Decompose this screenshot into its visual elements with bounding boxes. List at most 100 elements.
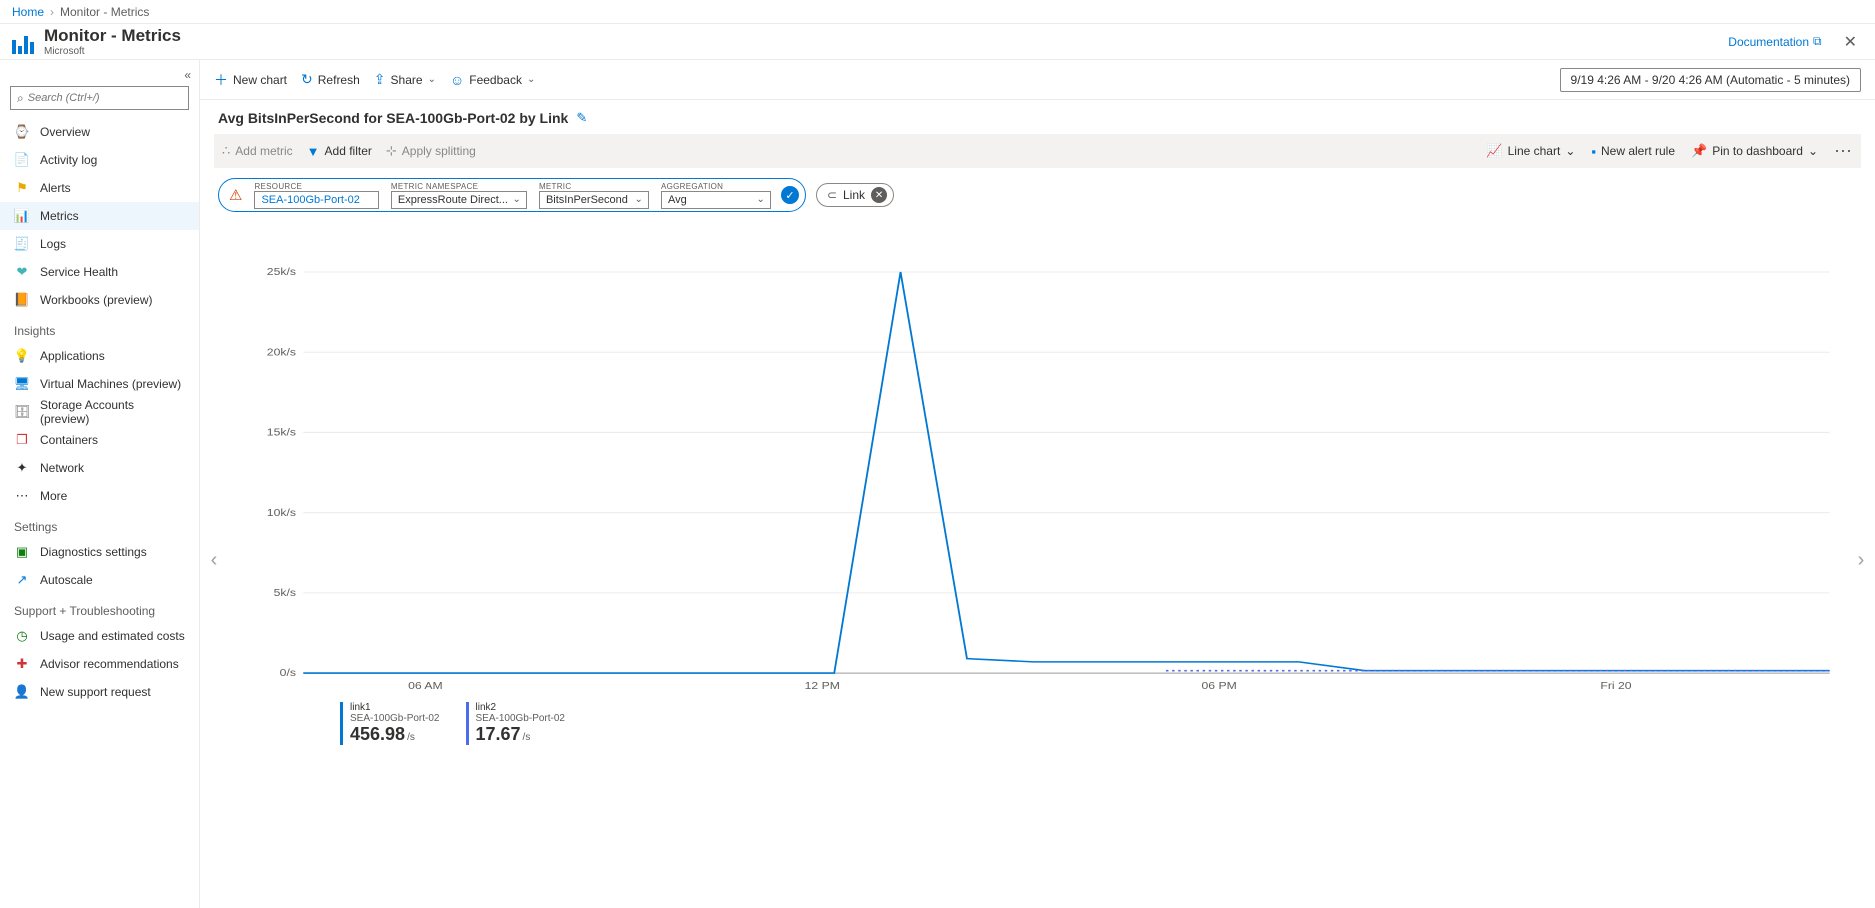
chart-toolbar: ∴ Add metric ▼ Add filter ⊹ Apply splitt… (214, 134, 1861, 168)
service-health-icon: ❤ (14, 264, 30, 280)
sidebar-item-label: Activity log (40, 153, 97, 167)
sidebar-item-usage-and-estimated-costs[interactable]: ◷ Usage and estimated costs (0, 622, 199, 650)
new-chart-button[interactable]: ＋ New chart (214, 60, 287, 99)
sidebar-item-label: Applications (40, 349, 105, 363)
chart-scroll-left[interactable]: ‹ (200, 212, 228, 908)
autoscale-icon: ↗ (14, 572, 30, 588)
sidebar-item-network[interactable]: ✦ Network (0, 454, 199, 482)
sidebar-heading-support: Support + Troubleshooting (0, 594, 199, 622)
new-alert-button[interactable]: ▪ New alert rule (1591, 144, 1675, 159)
sidebar-item-more[interactable]: ⋯More (0, 482, 199, 510)
warning-icon: ⚠ (229, 186, 242, 204)
advisor-recommendations-icon: ✚ (14, 656, 30, 672)
sidebar-item-label: Logs (40, 237, 66, 251)
pin-icon: 📌 (1691, 143, 1707, 159)
sidebar-item-service-health[interactable]: ❤ Service Health (0, 258, 199, 286)
sidebar-item-logs[interactable]: 🧾Logs (0, 230, 199, 258)
legend-card-link1[interactable]: link1 SEA-100Gb-Port-02 456.98/s (340, 702, 440, 745)
chevron-down-icon: ⌄ (527, 74, 535, 85)
chevron-down-icon: ⌄ (428, 74, 436, 85)
sidebar-item-applications[interactable]: 💡Applications (0, 342, 199, 370)
legend-resource-name: SEA-100Gb-Port-02 (350, 713, 440, 724)
alerts-icon: ⚑ (14, 180, 30, 196)
sidebar-search[interactable]: ⌕ (10, 86, 189, 110)
metric-selector[interactable]: BitsInPerSecond⌄ (539, 191, 649, 209)
apply-splitting-button[interactable]: ⊹ Apply splitting (386, 143, 476, 159)
share-icon: ⇪ (374, 71, 386, 88)
sidebar-item-label: Diagnostics settings (40, 545, 147, 559)
sidebar-item-label: Advisor recommendations (40, 657, 179, 671)
sidebar-item-autoscale[interactable]: ↗Autoscale (0, 566, 199, 594)
page-header: Monitor - Metrics Microsoft Documentatio… (0, 24, 1875, 60)
more-button[interactable]: ⋯ (1834, 141, 1853, 162)
chevron-right-icon: › (50, 5, 54, 19)
breadcrumb-icon: ⊂ (827, 188, 837, 202)
external-link-icon: ⧉ (1813, 34, 1822, 49)
splitting-icon: ⊹ (386, 143, 397, 159)
sidebar-item-virtual-machines-preview-[interactable]: 🖥Virtual Machines (preview) (0, 370, 199, 398)
metrics-line-chart[interactable]: 0/s5k/s10k/s15k/s20k/s25k/s06 AM12 PM06 … (274, 272, 1837, 692)
command-bar: ＋ New chart ↻ Refresh ⇪ Share ⌄ ☺ Feedba… (200, 60, 1875, 100)
feedback-button[interactable]: ☺ Feedback ⌄ (450, 60, 535, 99)
sidebar-item-overview[interactable]: ⌚Overview (0, 118, 199, 146)
breadcrumb-home[interactable]: Home (12, 5, 44, 19)
sidebar-item-workbooks-preview-[interactable]: 📙Workbooks (preview) (0, 286, 199, 314)
add-metric-button[interactable]: ∴ Add metric (222, 143, 293, 159)
split-chip-link[interactable]: ⊂ Link ✕ (816, 183, 894, 207)
svg-text:20k/s: 20k/s (267, 347, 296, 358)
sidebar-item-advisor-recommendations[interactable]: ✚ Advisor recommendations (0, 650, 199, 678)
chart-area: 0/s5k/s10k/s15k/s20k/s25k/s06 AM12 PM06 … (228, 212, 1847, 908)
sidebar-item-new-support-request[interactable]: 👤New support request (0, 678, 199, 706)
sidebar-item-label: Network (40, 461, 84, 475)
usage-and-estimated-costs-icon: ◷ (14, 628, 30, 644)
edit-title-icon[interactable]: ✎ (576, 110, 587, 126)
legend-card-link2[interactable]: link2 SEA-100Gb-Port-02 17.67/s (466, 702, 566, 745)
sidebar-item-diagnostics-settings[interactable]: ▣Diagnostics settings (0, 538, 199, 566)
metric-label: METRIC (539, 182, 649, 191)
virtual-machines-preview--icon: 🖥 (14, 376, 30, 392)
chart-scroll-right[interactable]: › (1847, 212, 1875, 908)
sidebar-item-storage-accounts-preview-[interactable]: 🗄Storage Accounts (preview) (0, 398, 199, 426)
sidebar-item-label: Containers (40, 433, 98, 447)
main-content: ＋ New chart ↻ Refresh ⇪ Share ⌄ ☺ Feedba… (200, 60, 1875, 908)
smile-icon: ☺ (450, 72, 464, 88)
sidebar-item-label: Metrics (40, 209, 79, 223)
sidebar-item-label: Service Health (40, 265, 118, 279)
sidebar-item-label: Storage Accounts (preview) (40, 398, 185, 426)
namespace-selector[interactable]: ExpressRoute Direct...⌄ (391, 191, 527, 209)
sidebar-item-activity-log[interactable]: 📄 Activity log (0, 146, 199, 174)
aggregation-selector[interactable]: Avg⌄ (661, 191, 771, 209)
resource-selector[interactable]: SEA-100Gb-Port-02 (254, 191, 378, 209)
sidebar-item-containers[interactable]: ❐Containers (0, 426, 199, 454)
svg-text:5k/s: 5k/s (274, 588, 297, 599)
metric-picker: ⚠ RESOURCE SEA-100Gb-Port-02 METRIC NAME… (218, 178, 806, 212)
share-button[interactable]: ⇪ Share ⌄ (374, 60, 436, 99)
close-icon[interactable]: ✕ (1838, 32, 1863, 52)
search-input[interactable] (28, 92, 182, 104)
time-range-picker[interactable]: 9/19 4:26 AM - 9/20 4:26 AM (Automatic -… (1560, 68, 1861, 92)
collapse-sidebar-button[interactable]: « (0, 68, 199, 86)
remove-chip-icon[interactable]: ✕ (871, 187, 887, 203)
activity-log-icon: 📄 (14, 152, 30, 168)
sidebar-item-metrics[interactable]: 📊 Metrics (0, 202, 199, 230)
search-icon: ⌕ (17, 91, 24, 106)
svg-text:06 AM: 06 AM (408, 681, 443, 692)
page-title: Monitor - Metrics (44, 26, 181, 46)
svg-text:10k/s: 10k/s (267, 508, 296, 519)
sidebar-item-alerts[interactable]: ⚑Alerts (0, 174, 199, 202)
filter-icon: ▼ (307, 144, 320, 159)
metrics-icon: 📊 (14, 208, 30, 224)
workbooks-preview--icon: 📙 (14, 292, 30, 308)
add-filter-button[interactable]: ▼ Add filter (307, 144, 372, 159)
sidebar-heading-settings: Settings (0, 510, 199, 538)
chevron-down-icon: ⌄ (1565, 144, 1575, 158)
plus-icon: ＋ (214, 70, 228, 90)
pin-to-dashboard-button[interactable]: 📌 Pin to dashboard ⌄ (1691, 143, 1818, 159)
sidebar: « ⌕ ⌚Overview 📄 Activity log ⚑Alerts 📊 Metric… (0, 60, 200, 908)
network-icon: ✦ (14, 460, 30, 476)
documentation-link[interactable]: Documentation ⧉ (1728, 34, 1821, 49)
sidebar-item-label: Usage and estimated costs (40, 629, 185, 643)
chart-type-dropdown[interactable]: 📈 Line chart ⌄ (1486, 143, 1575, 159)
refresh-button[interactable]: ↻ Refresh (301, 60, 360, 99)
confirm-icon[interactable]: ✓ (781, 186, 799, 204)
